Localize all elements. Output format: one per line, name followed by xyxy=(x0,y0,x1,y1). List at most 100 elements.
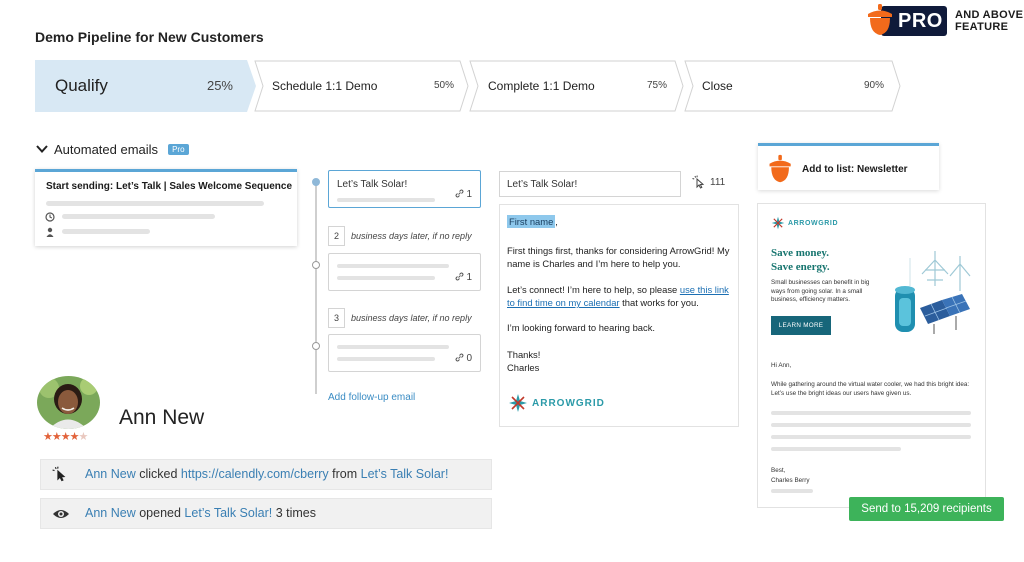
stage-percent: 90% xyxy=(863,80,884,91)
contact-name: Ann New xyxy=(119,406,205,429)
placeholder-bar xyxy=(46,201,264,206)
placeholder-bar xyxy=(62,214,215,219)
link-count-value: 1 xyxy=(466,189,472,200)
send-button[interactable]: Send to 15,209 recipients xyxy=(849,497,1004,521)
rating-stars: ★★★★★ xyxy=(43,430,88,443)
stage-label: Schedule 1:1 Demo xyxy=(272,79,378,93)
email-link-count: 1 xyxy=(455,189,472,200)
activity-from: from xyxy=(332,467,358,481)
email-thanks: Thanks! xyxy=(507,349,541,360)
star-empty: ★ xyxy=(78,431,88,443)
email-link-count: 1 xyxy=(455,272,472,283)
arrowgrid-logo-icon xyxy=(771,216,785,230)
add-follow-up-link[interactable]: Add follow-up email xyxy=(328,392,415,403)
email-paragraph-1: First things first, thanks for consideri… xyxy=(507,245,730,269)
learn-more-button[interactable]: LEARN MORE xyxy=(771,316,831,335)
pipeline-stage-close[interactable]: Close 90% xyxy=(684,60,902,112)
pipeline-stage-complete-demo[interactable]: Complete 1:1 Demo 75% xyxy=(469,60,685,112)
para2-text-a: Let’s connect! I’m here to help, so plea… xyxy=(507,284,680,295)
placeholder-bar xyxy=(771,489,813,493)
sender-name: Charles Berry xyxy=(771,477,810,484)
sequence-email-1[interactable]: Let’s Talk Solar! 1 xyxy=(328,170,481,208)
placeholder-bar xyxy=(771,435,971,439)
delay-days[interactable]: 2 xyxy=(328,226,345,246)
headline-line-2: Save energy. xyxy=(771,261,830,273)
campaign-link[interactable]: Let’s Talk Solar! xyxy=(361,467,449,481)
timeline-node xyxy=(312,178,320,186)
page-title: Demo Pipeline for New Customers xyxy=(35,29,264,45)
greeting-line: First name, xyxy=(507,215,735,228)
add-to-list-card[interactable]: Add to list: Newsletter xyxy=(758,143,939,190)
newsletter-greeting: Hi Ann, xyxy=(771,362,792,369)
activity-verb: opened xyxy=(139,506,181,520)
contact-link[interactable]: Ann New xyxy=(85,467,136,481)
activity-click-text: Ann New clicked https://calendly.com/cbe… xyxy=(85,460,448,489)
placeholder-bar xyxy=(62,229,150,234)
email-paragraph-2: Let’s connect! I’m here to help, so plea… xyxy=(507,283,735,309)
stage-label: Qualify xyxy=(55,76,108,95)
person-icon xyxy=(46,227,54,237)
click-count-value: 111 xyxy=(710,176,726,188)
newsletter-preview: ARROWGRID Save money. Save energy. Small… xyxy=(757,203,986,508)
activity-click: Ann New clicked https://calendly.com/cbe… xyxy=(40,459,492,490)
cursor-click-icon xyxy=(692,175,705,189)
link-icon xyxy=(455,189,464,198)
timeline-node xyxy=(312,261,320,269)
activity-verb: clicked xyxy=(139,467,178,481)
above-line-1: AND ABOVE xyxy=(955,9,1024,21)
delay-step-1[interactable]: 2 business days later, if no reply xyxy=(328,225,472,247)
stage-percent: 25% xyxy=(206,78,233,93)
sequence-title: Start sending: Let’s Talk | Sales Welcom… xyxy=(46,181,293,192)
timeline-line xyxy=(315,182,317,394)
sequence-card[interactable]: Start sending: Let’s Talk | Sales Welcom… xyxy=(35,169,297,246)
link-icon xyxy=(455,272,464,281)
solar-illustration xyxy=(895,251,971,334)
email-link-count: 0 xyxy=(455,353,472,364)
stage-percent: 50% xyxy=(433,80,454,91)
delay-days[interactable]: 3 xyxy=(328,308,345,328)
email-paragraph-3: I’m looking forward to hearing back. xyxy=(507,322,655,333)
placeholder-bar xyxy=(337,357,435,361)
automated-emails-label: Automated emails xyxy=(54,141,159,157)
newsletter-headline: Save money. Save energy. xyxy=(771,246,830,274)
stage-label: Close xyxy=(702,79,733,93)
campaign-link[interactable]: Let’s Talk Solar! xyxy=(184,506,272,520)
automated-emails-toggle[interactable]: Automated emails Pro xyxy=(36,141,189,157)
para2-text-b: that works for you. xyxy=(619,297,699,308)
placeholder-bar xyxy=(771,423,971,427)
newsletter-signoff: Best, Charles Berry xyxy=(771,466,810,486)
activity-times: 3 times xyxy=(275,506,316,520)
link-count-value: 1 xyxy=(466,272,472,283)
activity-open: Ann New opened Let’s Talk Solar! 3 times xyxy=(40,498,492,529)
subject-input[interactable] xyxy=(499,171,681,197)
clicked-url[interactable]: https://calendly.com/cberry xyxy=(181,467,329,481)
delay-text: business days later, if no reply xyxy=(351,313,472,323)
cursor-click-icon xyxy=(52,466,66,482)
above-feature-text: AND ABOVE FEATURE xyxy=(955,9,1023,33)
contact-link[interactable]: Ann New xyxy=(85,506,136,520)
sequence-email-3[interactable]: 0 xyxy=(328,334,481,372)
token-suffix: , xyxy=(555,216,558,227)
email-body-editor[interactable]: First name, First things first, thanks f… xyxy=(499,204,739,427)
sequence-email-2[interactable]: 1 xyxy=(328,253,481,291)
star-filled: ★★★★ xyxy=(43,431,79,443)
placeholder-bar xyxy=(337,198,435,202)
link-count-value: 0 xyxy=(466,353,472,364)
above-line-2: FEATURE xyxy=(955,21,1009,33)
arrowgrid-logo: ARROWGRID xyxy=(508,393,605,413)
timeline-node xyxy=(312,342,320,350)
click-count: 111 xyxy=(692,175,725,189)
pipeline-stage-schedule-demo[interactable]: Schedule 1:1 Demo 50% xyxy=(254,60,470,112)
link-icon xyxy=(455,353,464,362)
arrowgrid-logo-icon xyxy=(509,394,527,412)
stage-percent: 75% xyxy=(646,80,667,91)
first-name-token[interactable]: First name xyxy=(507,215,556,228)
avatar-photo xyxy=(37,376,100,429)
acorn-icon xyxy=(868,4,892,35)
placeholder-bar xyxy=(337,264,449,268)
add-to-list-label: Add to list: Newsletter xyxy=(802,164,908,175)
pipeline-stage-qualify[interactable]: Qualify 25% xyxy=(35,60,257,112)
chevron-down-icon xyxy=(36,145,48,153)
email-title: Let’s Talk Solar! xyxy=(337,179,408,190)
delay-step-2[interactable]: 3 business days later, if no reply xyxy=(328,307,472,329)
